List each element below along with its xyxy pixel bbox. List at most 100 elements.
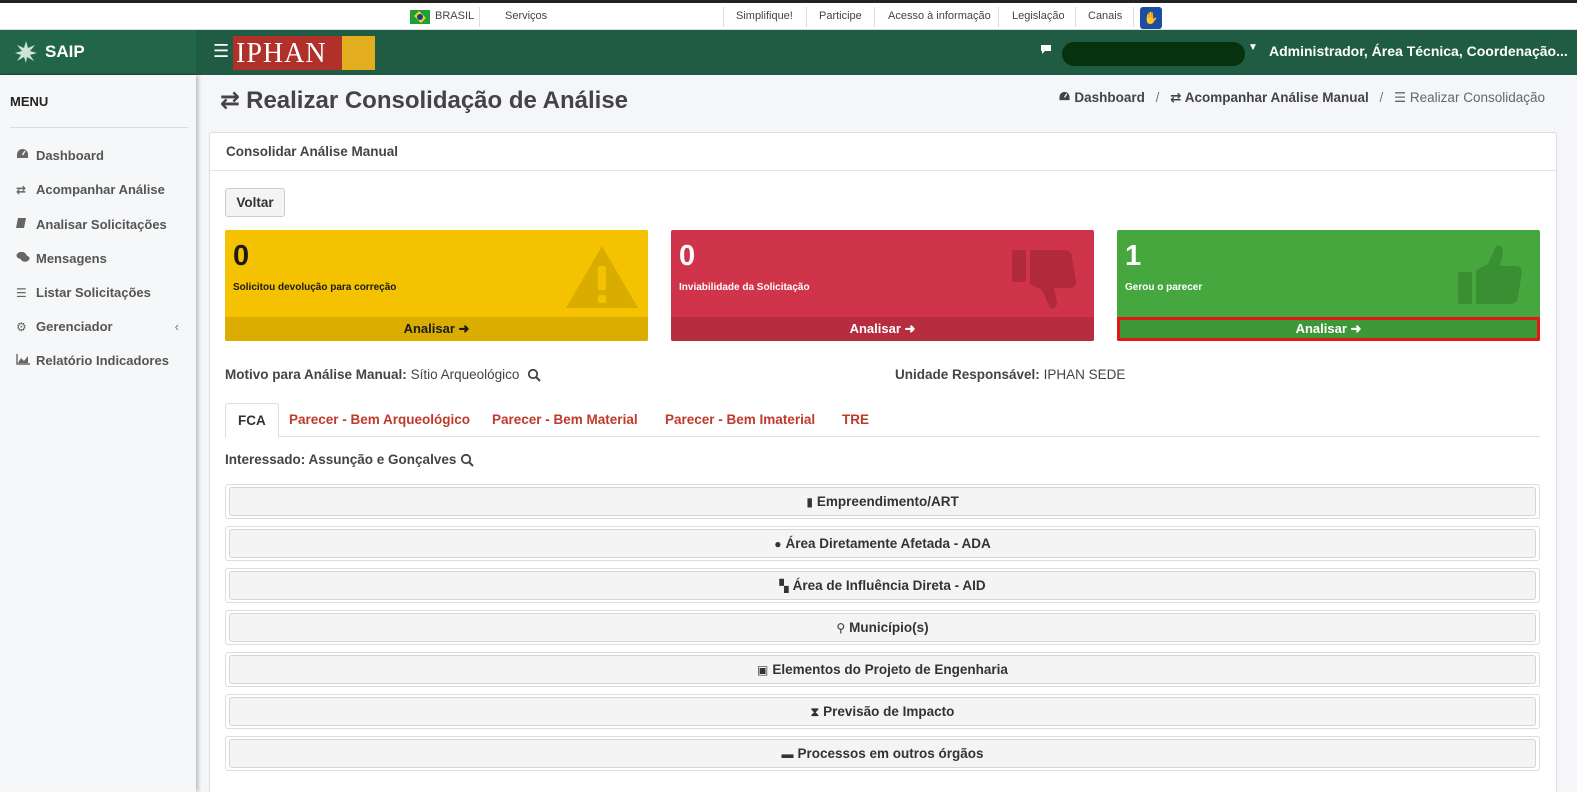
redacted-field[interactable] [1062,42,1245,66]
iphan-logo-text: IPHAN [236,38,327,69]
dashboard-icon [1058,90,1075,105]
box-label: Gerou o parecer [1125,282,1203,293]
chevron-left-icon: ‹ [174,319,179,334]
list-icon: ☰ [1394,90,1407,105]
back-button[interactable]: Voltar [225,188,285,217]
card-header: Consolidar Análise Manual [210,133,1556,171]
box-label: Solicitou devolução para correção [233,282,397,293]
brazil-flag-icon [410,10,430,24]
section-toggle[interactable]: ▣ Elementos do Projeto de Engenharia [229,655,1536,684]
section-impacto: ⧗ Previsão de Impacto [225,694,1540,729]
tab-parecer-material[interactable]: Parecer - Bem Material [492,403,638,437]
exchange-icon: ⇄ [220,87,241,114]
country-link[interactable]: BRASIL [435,3,474,30]
map-marker-icon: ⚲ [836,621,846,635]
card-title: Consolidar Análise Manual [226,144,399,159]
arrow-circle-right-icon: ➜ [458,321,470,336]
hourglass-icon: ⧗ [810,705,820,719]
saip-logo-icon [15,41,37,63]
unidade-info: Unidade Responsável: IPHAN SEDE [895,367,1126,382]
section-processos: ▬ Processos em outros órgãos [225,736,1540,771]
section-toggle[interactable]: ⚲ Município(s) [229,613,1536,642]
dashboard-icon [16,144,36,168]
section-toggle[interactable]: ▮ Empreendimento/ART [229,487,1536,516]
menu-title: MENU [10,94,49,109]
iphan-logo: IPHAN [233,36,375,70]
sidebar-item-gerenciador[interactable]: ⚙ Gerenciador ‹ [16,315,191,339]
exchange-icon: ⇄ [1170,90,1182,105]
comments-icon [16,247,36,271]
sidebar-item-relatorio[interactable]: Relatório Indicadores [16,349,191,373]
analisar-devolucao-button[interactable]: Analisar ➜ [225,317,648,341]
gov-bar: BRASIL Serviços Simplifique! Participe A… [0,0,1577,30]
page-title: ⇄ Realizar Consolidação de Análise [220,87,629,114]
area-chart-icon [16,349,36,373]
breadcrumb-acompanhar[interactable]: Acompanhar Análise Manual [1185,90,1369,105]
section-municipios: ⚲ Município(s) [225,610,1540,645]
box-count: 0 [233,240,250,272]
govbar-link-legislacao[interactable]: Legislação [1012,3,1065,30]
section-engenharia: ▣ Elementos do Projeto de Engenharia [225,652,1540,687]
cubes-icon: ▣ [757,663,769,677]
accessibility-hands-icon[interactable]: ✋ [1140,7,1162,29]
govbar-link-simplifique[interactable]: Simplifique! [736,3,793,30]
top-header: SAIP ☰ IPHAN ▼ Administrador, Área Técni… [0,30,1577,75]
brand[interactable]: SAIP [0,30,196,75]
box-count: 0 [679,240,696,272]
analisar-inviabilidade-button[interactable]: Analisar ➜ [671,317,1094,341]
sidebar-item-listar[interactable]: ☰ Listar Solicitações [16,281,191,305]
govbar-link-canais[interactable]: Canais [1088,3,1122,30]
section-toggle[interactable]: ⧗ Previsão de Impacto [229,697,1536,726]
chevron-down-icon[interactable]: ▼ [1248,42,1258,53]
box-count: 1 [1125,240,1142,272]
status-box-parecer: 1 Gerou o parecer Analisar ➜ [1117,230,1540,341]
building-icon: ▮ [806,495,813,509]
tab-parecer-arqueologico[interactable]: Parecer - Bem Arqueológico [289,403,470,437]
gears-icon: ⚙ [16,320,27,334]
tab-bar: FCA Parecer - Bem Arqueológico Parecer -… [225,403,1540,438]
box-label: Inviabilidade da Solicitação [679,282,810,293]
breadcrumb: Dashboard / ⇄ Acompanhar Análise Manual … [1058,90,1545,106]
breadcrumb-current: Realizar Consolidação [1409,90,1545,105]
sidebar-item-mensagens[interactable]: Mensagens [16,247,191,271]
section-toggle[interactable]: ▬ Processos em outros órgãos [229,739,1536,768]
arrow-circle-right-icon: ➜ [904,321,916,336]
breadcrumb-dashboard[interactable]: Dashboard [1074,90,1145,105]
section-aid: ▚ Área de Influência Direta - AID [225,568,1540,603]
sidebar: MENU Dashboard ⇄ Acompanhar Análise Anali… [0,75,196,792]
services-link[interactable]: Serviços [505,3,547,30]
exchange-icon: ⇄ [16,183,27,197]
analisar-parecer-button[interactable]: Analisar ➜ [1117,317,1540,341]
sidebar-item-dashboard[interactable]: Dashboard [16,144,191,168]
sidebar-item-analisar[interactable]: Analisar Solicitações [16,213,191,237]
search-icon[interactable] [527,368,541,382]
section-empreendimento: ▮ Empreendimento/ART [225,484,1540,519]
list-icon: ☰ [16,286,27,300]
user-menu[interactable]: Administrador, Área Técnica, Coordenação… [1269,43,1568,59]
govbar-link-participe[interactable]: Participe [819,3,862,30]
chat-icon[interactable] [1040,44,1052,58]
search-icon[interactable] [460,453,474,467]
section-toggle[interactable]: ▚ Área de Influência Direta - AID [229,571,1536,600]
arrow-circle-right-icon: ➜ [1350,321,1362,336]
motivo-info: Motivo para Análise Manual: Sítio Arqueo… [225,367,520,382]
archive-icon: ▬ [781,747,794,761]
tab-fca[interactable]: FCA [225,403,279,438]
map-icon: ▚ [779,579,789,593]
status-box-devolucao: 0 Solicitou devolução para correção Anal… [225,230,648,341]
thumbs-up-icon [1458,245,1522,304]
govbar-link-acesso[interactable]: Acesso à informação [888,3,991,30]
section-toggle[interactable]: ● Área Diretamente Afetada - ADA [229,529,1536,558]
sidebar-item-acompanhar[interactable]: ⇄ Acompanhar Análise [16,178,191,202]
tab-tre[interactable]: TRE [842,403,869,437]
globe-icon: ● [774,537,782,551]
tab-parecer-imaterial[interactable]: Parecer - Bem Imaterial [665,403,815,437]
app-name: SAIP [45,42,85,61]
interessado-label: Interessado: Assunção e Gonçalves [225,452,457,467]
status-box-inviabilidade: 0 Inviabilidade da Solicitação Analisar … [671,230,1094,341]
book-icon [16,213,36,237]
section-ada: ● Área Diretamente Afetada - ADA [225,526,1540,561]
thumbs-down-icon [1012,250,1076,309]
warning-icon [566,246,638,308]
hamburger-menu-icon[interactable]: ☰ [213,41,229,62]
